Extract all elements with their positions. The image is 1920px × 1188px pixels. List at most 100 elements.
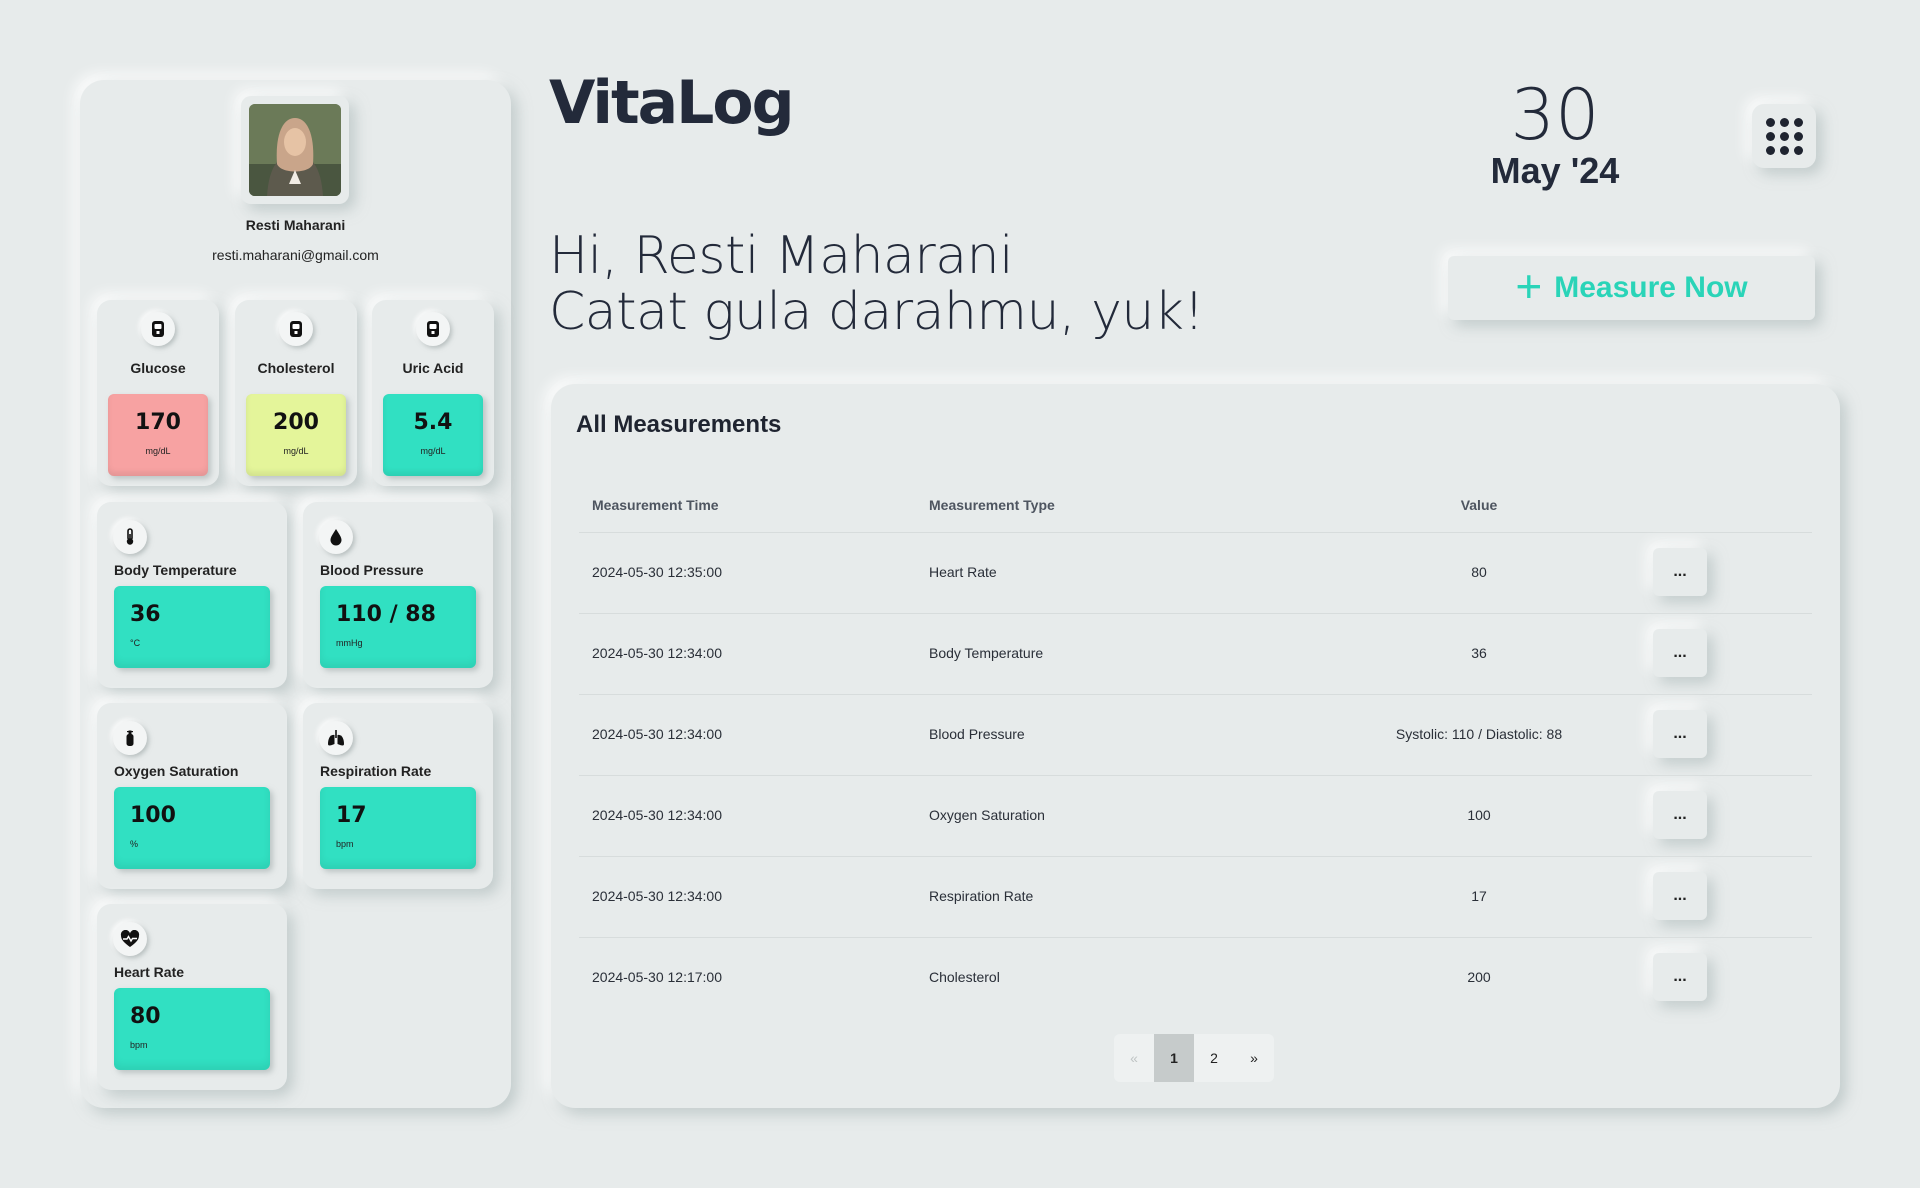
table-header: Measurement Time Measurement Type Value — [579, 497, 1812, 517]
cell-time: 2024-05-30 12:34:00 — [592, 645, 722, 661]
greeting-name: Hi, Resti Maharani — [549, 226, 1014, 286]
row-actions-button[interactable]: ... — [1653, 872, 1707, 920]
glucose-value: 170 — [135, 410, 181, 435]
pagination-page-2[interactable]: 2 — [1194, 1034, 1234, 1082]
lungs-icon — [319, 721, 353, 755]
row-actions-button[interactable]: ... — [1653, 791, 1707, 839]
glucose-value-box: 170 mg/dL — [108, 394, 208, 476]
avatar-frame — [241, 96, 349, 204]
heart-pulse-icon — [113, 922, 147, 956]
heart-rate-unit: bpm — [130, 1040, 148, 1050]
uric-acid-value: 5.4 — [413, 410, 453, 435]
respiration-rate-value: 17 — [336, 803, 367, 828]
body-temperature-card[interactable]: Body Temperature 36 °C — [97, 502, 287, 688]
cell-time: 2024-05-30 12:34:00 — [592, 807, 722, 823]
respiration-rate-value-box: 17 bpm — [320, 787, 476, 869]
grid-dot — [1793, 145, 1803, 155]
table-row: 2024-05-30 12:17:00 Cholesterol 200 ... — [579, 937, 1812, 1018]
respiration-rate-unit: bpm — [336, 839, 354, 849]
cholesterol-card[interactable]: Cholesterol 200 mg/dL — [235, 300, 357, 486]
cell-value: 80 — [1471, 564, 1487, 580]
uric-acid-unit: mg/dL — [420, 446, 446, 456]
blood-pressure-unit: mmHg — [336, 638, 363, 648]
app-logo[interactable]: VitaLog — [549, 68, 795, 138]
uric-acid-card[interactable]: Uric Acid 5.4 mg/dL — [372, 300, 494, 486]
uric-acid-label: Uric Acid — [402, 360, 464, 376]
cell-type: Cholesterol — [929, 969, 1000, 985]
user-email: resti.maharani@gmail.com — [212, 247, 379, 263]
cholesterol-value: 200 — [273, 410, 319, 435]
cell-time: 2024-05-30 12:34:00 — [592, 888, 722, 904]
column-header-time: Measurement Time — [592, 497, 719, 513]
glucose-label: Glucose — [130, 360, 186, 376]
pagination: « 1 2 » — [1114, 1034, 1274, 1082]
oxygen-saturation-value: 100 — [130, 803, 176, 828]
table-row: 2024-05-30 12:34:00 Blood Pressure Systo… — [579, 694, 1812, 775]
glucometer-icon — [279, 312, 313, 346]
table-row: 2024-05-30 12:34:00 Oxygen Saturation 10… — [579, 775, 1812, 856]
oxygen-saturation-unit: % — [130, 839, 139, 849]
glucose-unit: mg/dL — [145, 446, 171, 456]
glucometer-icon — [141, 312, 175, 346]
row-actions-button[interactable]: ... — [1653, 710, 1707, 758]
oxygen-saturation-card[interactable]: Oxygen Saturation 100 % — [97, 703, 287, 889]
cholesterol-label: Cholesterol — [257, 360, 335, 376]
grid-dot — [1765, 131, 1775, 141]
heart-rate-label: Heart Rate — [114, 964, 185, 980]
grid-dot — [1765, 145, 1775, 155]
cell-type: Heart Rate — [929, 564, 997, 580]
grid-dot — [1793, 117, 1803, 127]
measure-now-button[interactable]: + Measure Now — [1448, 256, 1815, 320]
heart-rate-value: 80 — [130, 1004, 161, 1029]
row-actions-button[interactable]: ... — [1653, 548, 1707, 596]
table-row: 2024-05-30 12:34:00 Body Temperature 36 … — [579, 613, 1812, 694]
measure-now-label: Measure Now — [1554, 271, 1748, 304]
pagination-prev[interactable]: « — [1114, 1034, 1154, 1082]
body-temperature-value: 36 — [130, 602, 161, 627]
cell-time: 2024-05-30 12:34:00 — [592, 726, 722, 742]
cell-value: 100 — [1467, 807, 1491, 823]
grid-dot — [1765, 117, 1775, 127]
cell-value: 200 — [1467, 969, 1491, 985]
cell-type: Blood Pressure — [929, 726, 1025, 742]
cholesterol-unit: mg/dL — [283, 446, 309, 456]
respiration-rate-label: Respiration Rate — [320, 763, 432, 779]
pagination-page-1[interactable]: 1 — [1154, 1034, 1194, 1082]
body-temperature-unit: °C — [130, 638, 141, 648]
grid-dot — [1793, 131, 1803, 141]
cell-type: Respiration Rate — [929, 888, 1034, 904]
oxygen-saturation-label: Oxygen Saturation — [114, 763, 239, 779]
row-actions-button[interactable]: ... — [1653, 629, 1707, 677]
greeting-message: Catat gula darahmu, yuk! — [549, 282, 1204, 342]
body-temperature-label: Body Temperature — [114, 562, 237, 578]
pagination-next[interactable]: » — [1234, 1034, 1274, 1082]
plus-icon: + — [1515, 260, 1543, 312]
blood-pressure-card[interactable]: Blood Pressure 110 / 88 mmHg — [303, 502, 493, 688]
respiration-rate-card[interactable]: Respiration Rate 17 bpm — [303, 703, 493, 889]
grid-dot — [1779, 131, 1789, 141]
date-day: 30 — [1510, 74, 1600, 156]
row-actions-button[interactable]: ... — [1653, 953, 1707, 1001]
uric-acid-value-box: 5.4 mg/dL — [383, 394, 483, 476]
table-row: 2024-05-30 12:34:00 Respiration Rate 17 … — [579, 856, 1812, 937]
avatar[interactable] — [249, 104, 341, 196]
oxygen-tank-icon — [113, 721, 147, 755]
apps-menu-button[interactable] — [1752, 104, 1816, 168]
panel-title: All Measurements — [576, 411, 782, 438]
cell-time: 2024-05-30 12:35:00 — [592, 564, 722, 580]
cell-type: Oxygen Saturation — [929, 807, 1045, 823]
cell-value: Systolic: 110 / Diastolic: 88 — [1395, 726, 1563, 742]
cell-type: Body Temperature — [929, 645, 1044, 661]
thermometer-icon — [113, 520, 147, 554]
glucose-card[interactable]: Glucose 170 mg/dL — [97, 300, 219, 486]
blood-drop-icon — [319, 520, 353, 554]
heart-rate-card[interactable]: Heart Rate 80 bpm — [97, 904, 287, 1090]
cholesterol-value-box: 200 mg/dL — [246, 394, 346, 476]
date-month-year: May '24 — [1490, 150, 1620, 191]
oxygen-saturation-value-box: 100 % — [114, 787, 270, 869]
profile-sidebar: Resti Maharani resti.maharani@gmail.com … — [80, 80, 511, 1108]
cell-value: 36 — [1471, 645, 1487, 661]
cell-time: 2024-05-30 12:17:00 — [592, 969, 722, 985]
measurements-panel: All Measurements Measurement Time Measur… — [551, 384, 1840, 1108]
grid-dot — [1779, 145, 1789, 155]
